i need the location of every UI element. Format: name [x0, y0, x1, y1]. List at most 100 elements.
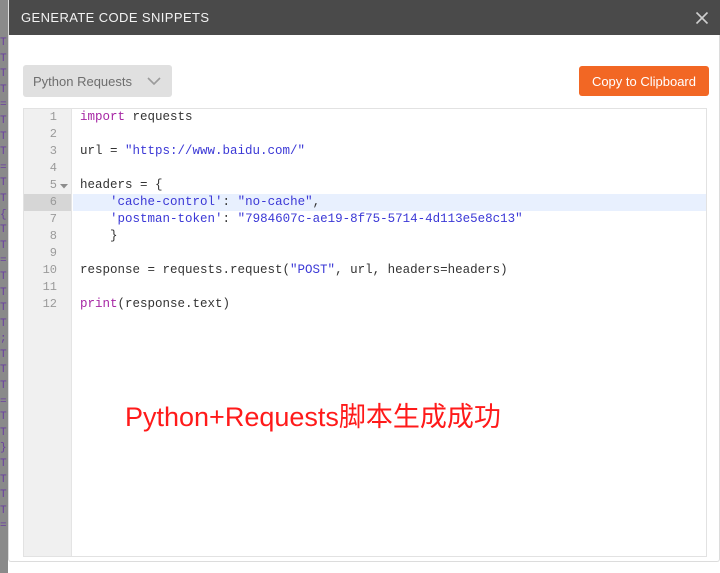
- close-icon[interactable]: [689, 5, 715, 31]
- fold-arrow-icon[interactable]: [59, 177, 69, 194]
- language-select-value: Python Requests: [33, 73, 133, 89]
- gutter-line: 10: [24, 262, 71, 279]
- dialog-toolbar: Python Requests Copy to Clipboard: [9, 35, 720, 108]
- editor-gutter: 1 2 3 4 5 6 7 8 9 10 11 12: [24, 109, 72, 556]
- line-number: 5: [49, 178, 57, 192]
- background-text-line: ;: [0, 333, 7, 346]
- background-text-line: T: [0, 270, 7, 283]
- code-token: :: [222, 195, 238, 209]
- background-text-line: T: [0, 37, 7, 49]
- background-text-line: T: [0, 458, 7, 471]
- background-text-line: =: [0, 395, 7, 408]
- code-line[interactable]: headers = {: [73, 177, 706, 194]
- code-line[interactable]: [73, 245, 706, 262]
- code-token: (response.text): [117, 297, 231, 311]
- line-number: 3: [49, 144, 57, 158]
- screen-root: T T T T = T T T = T T{T T = T T T T; T T T = T T} T T T T = GENERAT…: [0, 0, 720, 573]
- gutter-line: 8: [24, 228, 71, 245]
- gutter-line: 2: [24, 126, 71, 143]
- gutter-line: 12: [24, 296, 71, 313]
- gutter-line: 11: [24, 279, 71, 296]
- code-token: url =: [80, 144, 126, 158]
- line-number: 7: [49, 212, 57, 226]
- annotation-text: Python+Requests脚本生成成功: [125, 402, 501, 432]
- code-token: "7984607c-ae19-8f75-5714-4d113e5e8c13": [237, 212, 523, 226]
- gutter-line: 5: [24, 177, 71, 194]
- code-editor[interactable]: 1 2 3 4 5 6 7 8 9 10 11 12 import requests url = "h…: [23, 108, 707, 557]
- background-text-line: =: [0, 255, 7, 268]
- line-number: 10: [42, 263, 57, 277]
- code-line[interactable]: [73, 160, 706, 177]
- editor-code-area[interactable]: import requests url = "https://www.baidu…: [73, 109, 706, 556]
- background-page-strip: T T T T = T T T = T T{T T = T T T T; T T T = T T} T T T T =: [0, 0, 8, 573]
- language-select[interactable]: Python Requests: [23, 65, 173, 97]
- code-token: "https://www.baidu.com/": [125, 144, 306, 158]
- copy-to-clipboard-button[interactable]: Copy to Clipboard: [578, 66, 709, 96]
- chevron-down-icon: [146, 76, 162, 86]
- background-text-line: T: [0, 192, 7, 205]
- background-text-line: T: [0, 177, 7, 190]
- background-text-line: T: [0, 489, 7, 502]
- generate-code-snippets-dialog: GENERATE CODE SNIPPETS Python Requests C…: [8, 0, 720, 562]
- code-token: "POST": [290, 263, 336, 277]
- code-token: }: [80, 229, 118, 243]
- background-text-line: T: [0, 473, 7, 486]
- line-number: 1: [49, 110, 57, 124]
- code-line[interactable]: response = requests.request("POST", url,…: [73, 262, 706, 279]
- background-text-line: T: [0, 68, 7, 81]
- background-text-line: =: [0, 520, 7, 533]
- background-text-line: T: [0, 114, 7, 127]
- code-token: , url, headers=headers): [335, 263, 508, 277]
- code-line[interactable]: }: [73, 228, 706, 245]
- code-token: :: [222, 212, 238, 226]
- gutter-line: 9: [24, 245, 71, 262]
- code-token: requests: [125, 110, 193, 124]
- code-line[interactable]: 'cache-control': "no-cache",: [73, 194, 706, 211]
- code-token: import: [80, 110, 126, 124]
- background-text-line: T: [0, 130, 7, 143]
- dialog-title: GENERATE CODE SNIPPETS: [21, 10, 210, 25]
- line-number: 2: [49, 127, 57, 141]
- background-text-line: {: [0, 208, 7, 221]
- code-token: 'postman-token': [110, 212, 223, 226]
- line-number: 11: [42, 280, 57, 294]
- background-text-line: T: [0, 426, 7, 439]
- code-token: 'cache-control': [110, 195, 223, 209]
- line-number: 12: [42, 297, 57, 311]
- background-text-line: }: [0, 442, 7, 455]
- code-line[interactable]: [73, 126, 706, 143]
- code-line[interactable]: 'postman-token': "7984607c-ae19-8f75-571…: [73, 211, 706, 228]
- background-text-line: T: [0, 411, 7, 424]
- code-token: headers = {: [80, 178, 163, 192]
- dialog-titlebar: GENERATE CODE SNIPPETS: [9, 0, 720, 35]
- background-text-line: =: [0, 99, 7, 112]
- line-number: 9: [49, 246, 57, 260]
- background-text-line: T: [0, 380, 7, 393]
- code-token: ,: [312, 195, 321, 209]
- background-text-line: =: [0, 161, 7, 174]
- code-token: print: [80, 297, 118, 311]
- code-line[interactable]: import requests: [73, 109, 706, 126]
- background-text-line: T: [0, 317, 7, 330]
- code-line[interactable]: url = "https://www.baidu.com/": [73, 143, 706, 160]
- gutter-line: 3: [24, 143, 71, 160]
- background-text-line: T: [0, 146, 7, 159]
- background-text-line: T: [0, 504, 7, 517]
- code-line[interactable]: [73, 279, 706, 296]
- line-number: 6: [49, 195, 57, 209]
- background-text-line: T: [0, 239, 7, 252]
- code-line[interactable]: print(response.text): [73, 296, 706, 313]
- background-text-line: T: [0, 83, 7, 96]
- gutter-line: 6: [24, 194, 71, 211]
- line-number: 4: [49, 161, 57, 175]
- background-page-text: T T T T = T T T = T T{T T = T T T T; T T T = T T} T T T T =: [0, 36, 8, 535]
- background-text-line: T: [0, 286, 7, 299]
- background-text-line: T: [0, 364, 7, 377]
- line-number: 8: [49, 229, 57, 243]
- code-token: response = requests.request(: [80, 263, 291, 277]
- background-text-line: T: [0, 52, 7, 65]
- gutter-line: 1: [24, 109, 71, 126]
- background-text-line: T: [0, 224, 7, 237]
